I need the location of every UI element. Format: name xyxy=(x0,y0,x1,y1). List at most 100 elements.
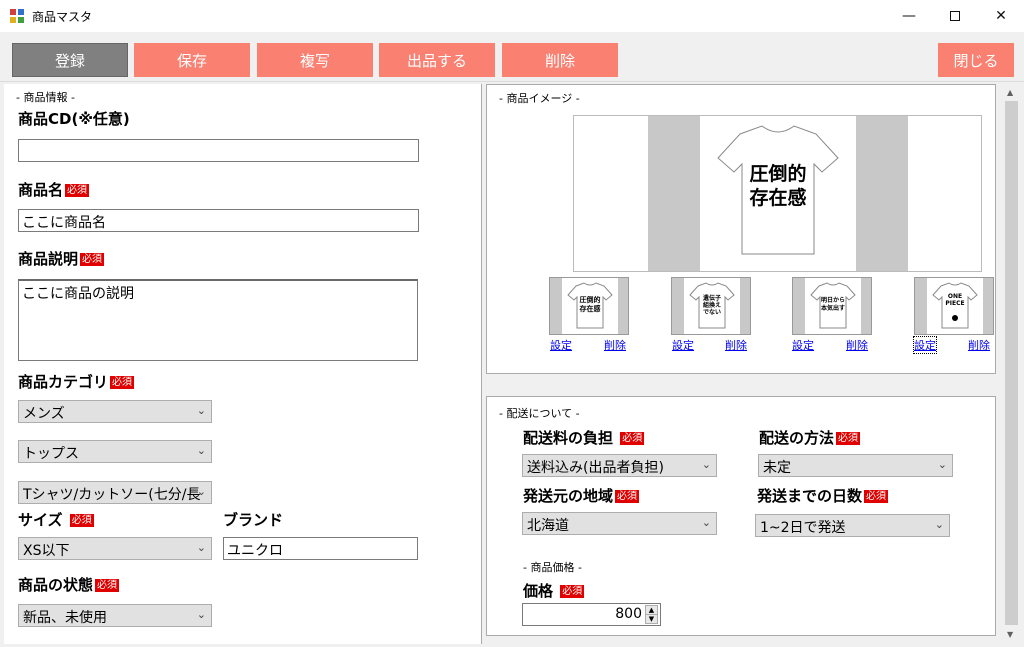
product-info-panel: - 商品情報 - 商品CD(※任意) 商品名 必須 ここに商品名 商品説明 必須 こ… xyxy=(4,84,482,644)
category3-value: Tシャツ/カットソー(七分/長 xyxy=(23,487,201,503)
size-label: サイズ 必須 xyxy=(18,509,94,530)
save-button[interactable]: 保存 xyxy=(134,43,250,77)
tshirt-image: 圧倒的 存在感 xyxy=(717,125,839,255)
required-badge: 必須 xyxy=(65,184,90,197)
thumbnail-1-delete-link[interactable]: 削除 xyxy=(604,337,626,353)
price-label-text: 価格 xyxy=(523,582,554,600)
maximize-button[interactable] xyxy=(932,0,978,32)
shipping-panel: - 配送について - 配送料の負担 必須 送料込み(出品者負担) ⌄ 配送の方法必… xyxy=(486,396,996,636)
delete-button[interactable]: 削除 xyxy=(502,43,618,77)
thumbnail-1-image: 圧倒的 存在感 xyxy=(562,278,618,334)
thumbnail-4-delete-link[interactable]: 削除 xyxy=(968,337,990,353)
thumbnail-4[interactable]: ONE PIECE xyxy=(914,277,994,335)
category1-select[interactable]: メンズ ⌄ xyxy=(18,400,212,423)
shipping-method-value: 未定 xyxy=(763,460,791,476)
size-label-text: サイズ xyxy=(18,511,63,529)
close-window-button[interactable]: ✕ xyxy=(978,0,1024,32)
close-button[interactable]: 閉じる xyxy=(938,43,1014,77)
required-badge: 必須 xyxy=(864,490,889,503)
size-select[interactable]: XS以下 ⌄ xyxy=(18,537,212,560)
chevron-down-icon: ⌄ xyxy=(196,608,206,621)
thumb2-line1: 遺伝子 xyxy=(702,294,721,302)
stepper-down-icon[interactable]: ▼ xyxy=(646,615,657,623)
required-badge: 必須 xyxy=(560,585,585,598)
scroll-up-icon[interactable]: ▲ xyxy=(1007,88,1013,97)
shipping-fee-select[interactable]: 送料込み(出品者負担) ⌄ xyxy=(522,454,717,477)
shipping-fee-label: 配送料の負担 必須 xyxy=(523,427,645,448)
product-name-input[interactable]: ここに商品名 xyxy=(18,209,419,232)
list-item-button[interactable]: 出品する xyxy=(379,43,495,77)
ship-days-label: 発送までの日数 必須 xyxy=(757,485,889,506)
chevron-down-icon: ⌄ xyxy=(937,458,947,471)
app-icon xyxy=(10,9,24,23)
category3-select[interactable]: Tシャツ/カットソー(七分/長 ⌄ xyxy=(18,481,212,504)
brand-input[interactable]: ユニクロ xyxy=(223,537,418,560)
product-desc-label: 商品説明 必須 xyxy=(18,248,105,269)
minimize-button[interactable]: — xyxy=(886,0,932,32)
image-padding-right xyxy=(856,116,908,271)
thumbnail-2[interactable]: 遺伝子 組換え でない xyxy=(671,277,751,335)
condition-label: 商品の状態 必須 xyxy=(18,574,120,595)
chevron-down-icon: ⌄ xyxy=(196,485,206,498)
ship-origin-select[interactable]: 北海道 ⌄ xyxy=(522,512,717,535)
thumb1-line2: 存在感 xyxy=(580,304,601,313)
ship-days-label-text: 発送までの日数 xyxy=(757,487,863,505)
condition-select[interactable]: 新品、未使用 ⌄ xyxy=(18,604,212,627)
chevron-down-icon: ⌄ xyxy=(934,518,944,531)
thumbnail-1[interactable]: 圧倒的 存在感 xyxy=(549,277,629,335)
thumbnail-3-set-link[interactable]: 設定 xyxy=(792,337,814,353)
thumbnail-1-set-link[interactable]: 設定 xyxy=(550,337,572,353)
stepper-up-icon[interactable]: ▲ xyxy=(646,606,657,615)
product-cd-label-text: 商品CD(※任意) xyxy=(18,110,130,128)
thumbnail-4-set-link[interactable]: 設定 xyxy=(913,336,937,354)
condition-label-text: 商品の状態 xyxy=(18,576,94,594)
condition-value: 新品、未使用 xyxy=(23,610,107,626)
required-badge: 必須 xyxy=(69,514,94,527)
image-padding-left xyxy=(648,116,700,271)
thumbnail-4-image: ONE PIECE xyxy=(927,278,983,334)
scroll-down-icon[interactable]: ▼ xyxy=(1007,630,1013,639)
product-cd-label: 商品CD(※任意) xyxy=(18,108,130,129)
ship-days-select[interactable]: 1~2日で発送 ⌄ xyxy=(755,514,950,537)
price-group-title: - 商品価格 - xyxy=(521,559,584,575)
product-name-label-text: 商品名 xyxy=(18,181,64,199)
price-stepper[interactable]: ▲ ▼ xyxy=(645,605,658,624)
tshirt-image: 明日から 本気出す xyxy=(810,282,856,329)
shipping-method-select[interactable]: 未定 ⌄ xyxy=(758,454,953,477)
ship-days-value: 1~2日で発送 xyxy=(760,520,846,536)
product-cd-input[interactable] xyxy=(18,139,419,162)
thumb1-line1: 圧倒的 xyxy=(580,295,601,304)
main-print-line1: 圧倒的 xyxy=(749,162,806,185)
chevron-down-icon: ⌄ xyxy=(196,404,206,417)
thumbnail-3-image: 明日から 本気出す xyxy=(805,278,861,334)
thumbnail-2-image: 遺伝子 組換え でない xyxy=(684,278,740,334)
main-image-frame[interactable]: 圧倒的 存在感 xyxy=(573,115,982,272)
product-desc-textarea[interactable]: ここに商品の説明 xyxy=(18,279,418,361)
thumb4-line1: ONE xyxy=(948,293,962,300)
thumbnail-2-delete-link[interactable]: 削除 xyxy=(725,337,747,353)
thumb2-line3: でない xyxy=(703,309,721,316)
chevron-down-icon: ⌄ xyxy=(196,541,206,554)
brand-label: ブランド xyxy=(223,511,284,529)
chevron-down-icon: ⌄ xyxy=(196,444,206,457)
required-badge: 必須 xyxy=(615,490,640,503)
price-input[interactable]: 800 xyxy=(522,603,661,626)
copy-button[interactable]: 複写 xyxy=(257,43,373,77)
scrollbar-thumb[interactable] xyxy=(1005,101,1018,625)
price-label: 価格 必須 xyxy=(523,580,585,601)
ship-origin-value: 北海道 xyxy=(527,518,569,534)
register-button[interactable]: 登録 xyxy=(12,43,128,77)
minimize-icon: — xyxy=(902,8,916,24)
thumbnail-3[interactable]: 明日から 本気出す xyxy=(792,277,872,335)
thumb4-line2: PIECE xyxy=(945,300,964,307)
product-category-label-text: 商品カテゴリ xyxy=(18,373,109,391)
thumb3-line2: 本気出す xyxy=(821,304,845,312)
category2-select[interactable]: トップス ⌄ xyxy=(18,440,212,463)
maximize-icon xyxy=(950,11,960,21)
shipping-fee-value: 送料込み(出品者負担) xyxy=(527,460,664,476)
thumbnail-2-set-link[interactable]: 設定 xyxy=(672,337,694,353)
required-badge: 必須 xyxy=(80,253,105,266)
thumbnail-3-delete-link[interactable]: 削除 xyxy=(846,337,868,353)
close-icon: ✕ xyxy=(995,8,1007,24)
shipping-group-title: - 配送について - xyxy=(497,405,582,421)
